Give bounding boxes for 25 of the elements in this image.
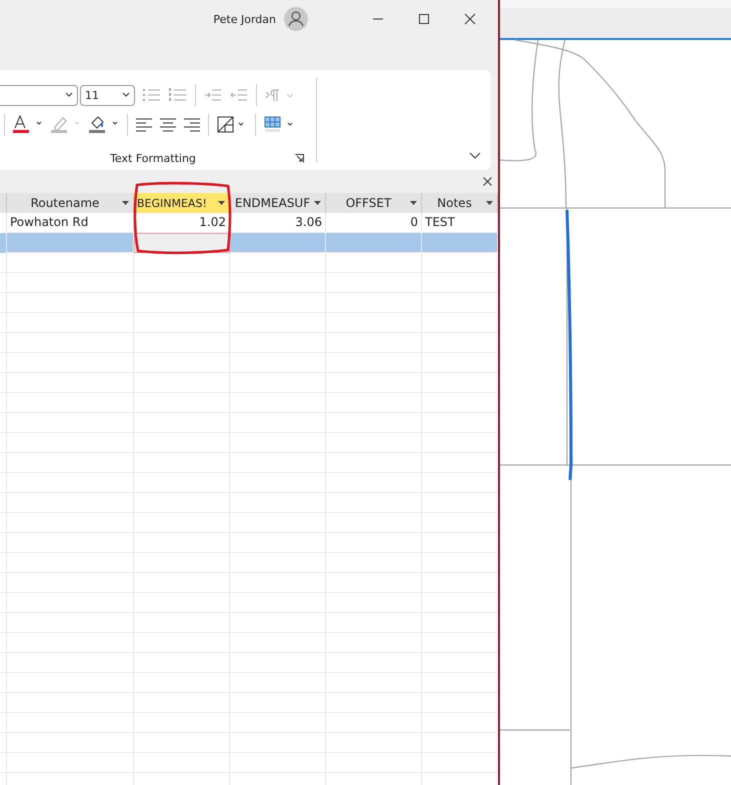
- filter-arrow-icon[interactable]: [314, 201, 321, 205]
- close-icon[interactable]: [483, 177, 492, 186]
- user-name: Pete Jordan: [213, 12, 276, 26]
- group-label: Text Formatting: [110, 152, 196, 165]
- align-center-icon[interactable]: [160, 118, 176, 132]
- align-right-icon[interactable]: [184, 118, 200, 132]
- dialog-launcher-icon[interactable]: [295, 154, 304, 163]
- filter-arrow-icon[interactable]: [218, 201, 225, 205]
- selected-road-line[interactable]: [566, 210, 572, 480]
- filter-arrow-icon[interactable]: [486, 201, 493, 205]
- chevron-down-icon: [65, 92, 73, 98]
- collapse-ribbon-icon[interactable]: [469, 152, 481, 160]
- font-name-dropdown[interactable]: [0, 84, 78, 106]
- filter-arrow-icon[interactable]: [410, 201, 417, 205]
- new-record-row[interactable]: [0, 233, 498, 253]
- close-icon[interactable]: [464, 13, 476, 25]
- filter-arrow-icon[interactable]: [122, 201, 129, 205]
- chevron-down-icon: [122, 92, 130, 98]
- align-left-icon[interactable]: [136, 118, 152, 132]
- avatar-icon[interactable]: [284, 7, 308, 31]
- font-color-icon[interactable]: [13, 115, 43, 135]
- font-size-dropdown[interactable]: 11: [80, 84, 135, 106]
- maximize-icon[interactable]: [418, 13, 430, 25]
- fill-color-icon[interactable]: [89, 115, 119, 135]
- column-header[interactable]: BEGINMEAS!: [134, 193, 230, 213]
